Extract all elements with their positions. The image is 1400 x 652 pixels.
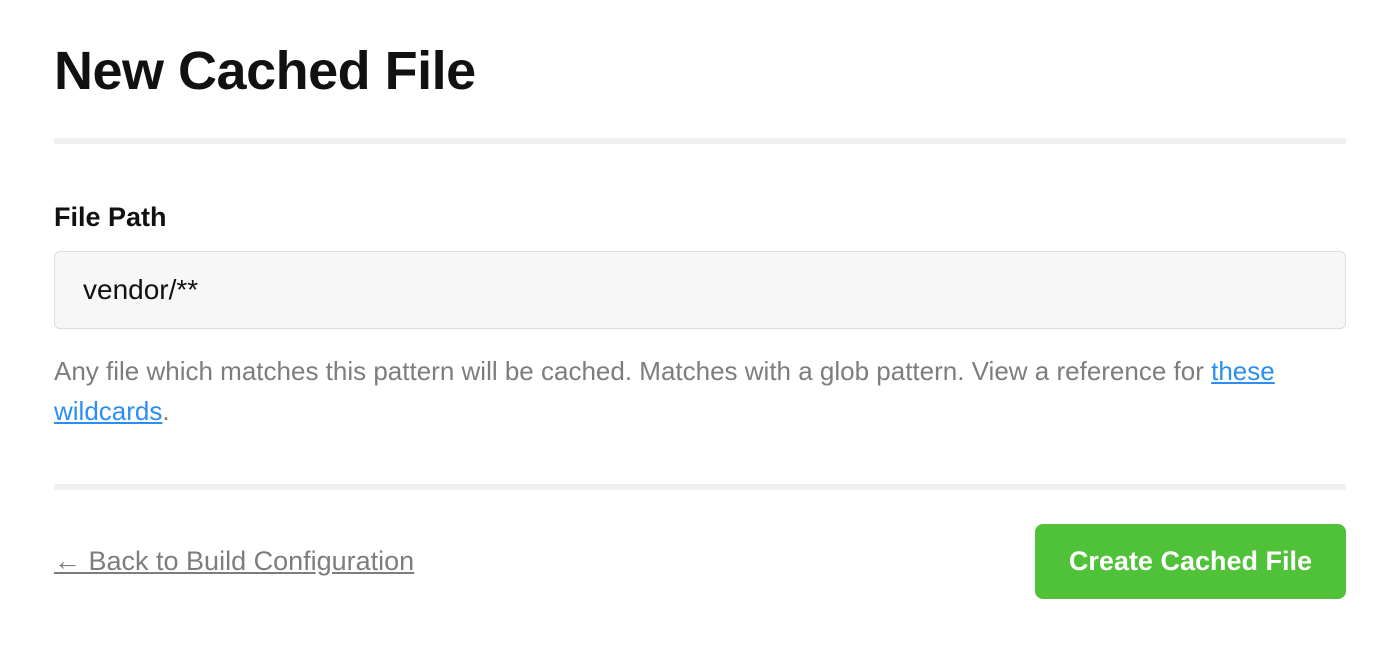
file-path-section: File Path Any file which matches this pa… xyxy=(54,202,1346,432)
create-cached-file-button[interactable]: Create Cached File xyxy=(1035,524,1346,599)
file-path-label: File Path xyxy=(54,202,1346,233)
file-path-input[interactable] xyxy=(54,251,1346,329)
divider-bottom xyxy=(54,484,1346,490)
page-title: New Cached File xyxy=(54,40,1346,102)
divider-top xyxy=(54,138,1346,144)
back-link[interactable]: ← Back to Build Configuration xyxy=(54,546,414,577)
file-path-help-suffix: . xyxy=(162,396,169,426)
footer-row: ← Back to Build Configuration Create Cac… xyxy=(54,524,1346,599)
file-path-help: Any file which matches this pattern will… xyxy=(54,351,1346,432)
file-path-help-prefix: Any file which matches this pattern will… xyxy=(54,356,1211,386)
